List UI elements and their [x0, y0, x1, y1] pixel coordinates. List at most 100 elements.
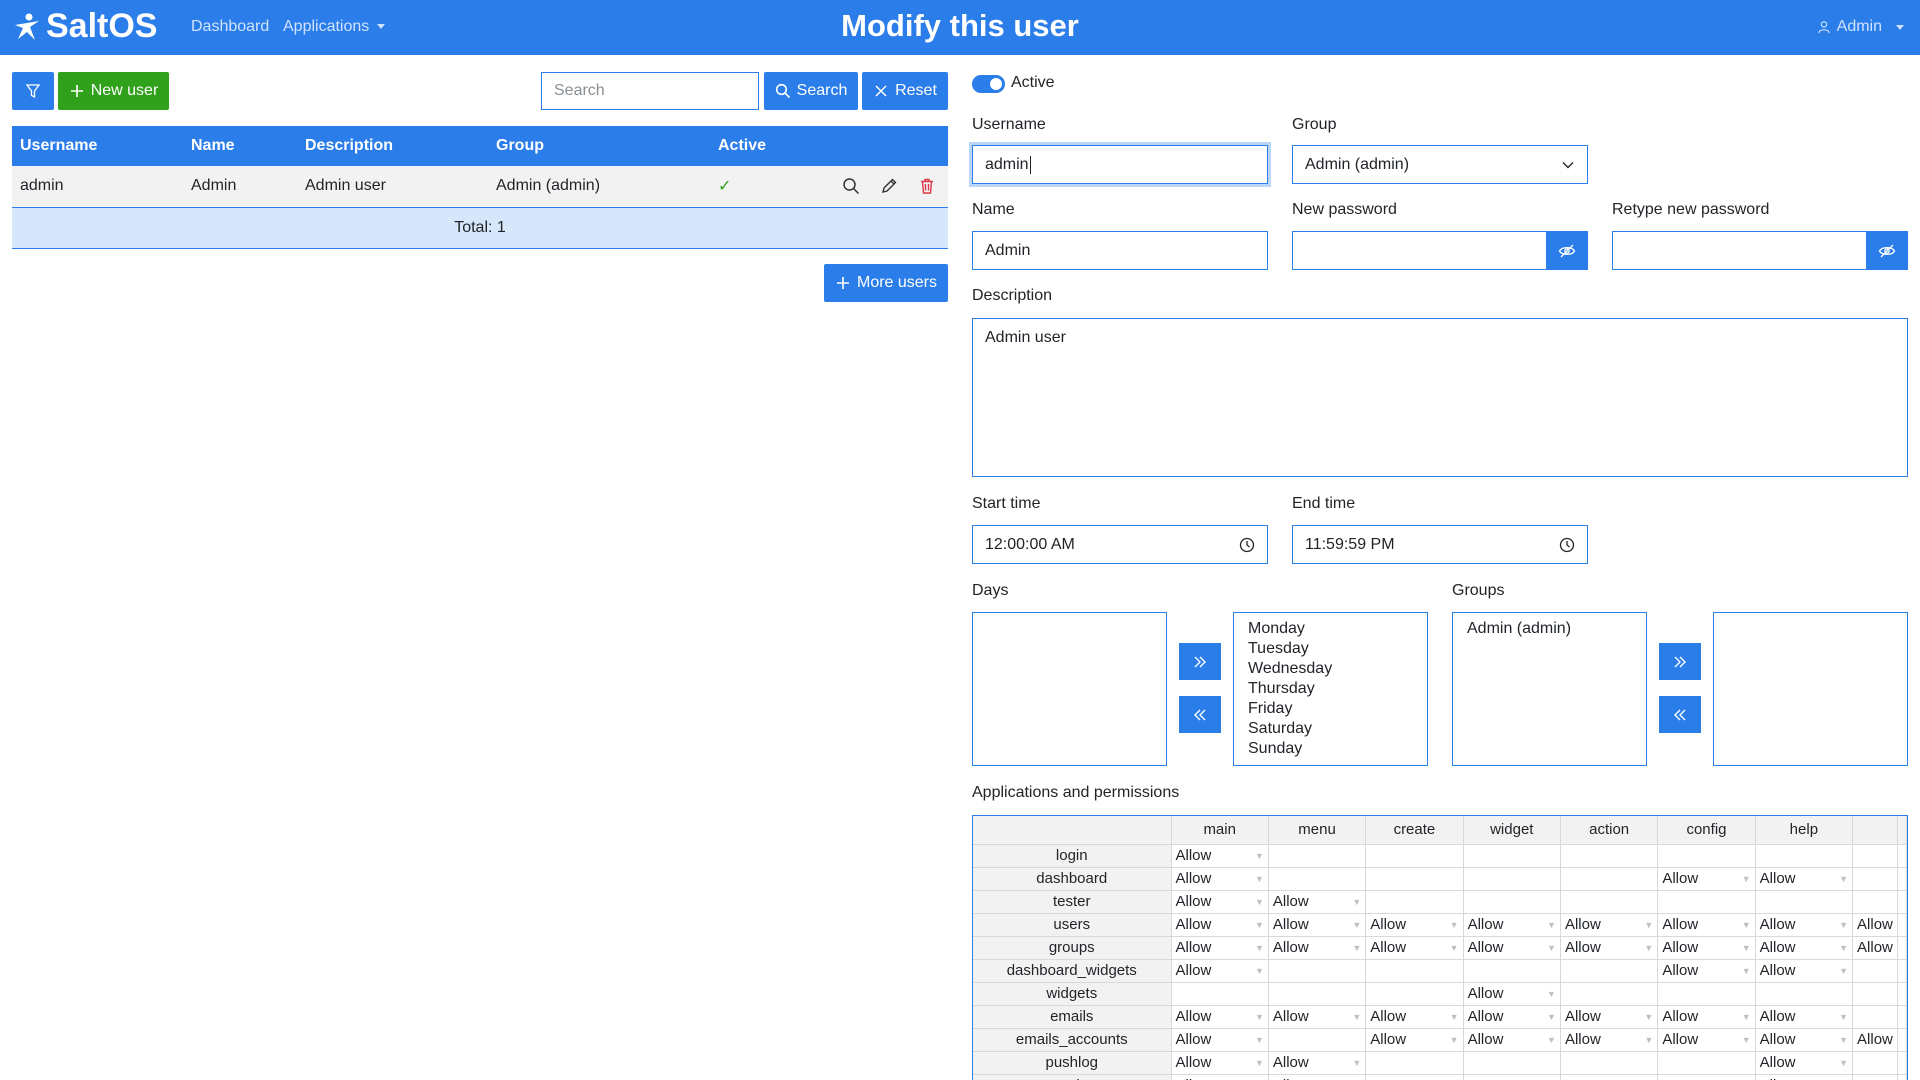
column-header-username[interactable]: Username [12, 126, 183, 166]
brand-logo[interactable]: SaltOS [12, 7, 157, 46]
permission-cell[interactable]: Allow▼ [1755, 913, 1854, 937]
column-header-description[interactable]: Description [297, 126, 488, 166]
groups-selected-list[interactable] [1713, 612, 1908, 766]
permission-cell[interactable]: Allow▼ [1171, 890, 1269, 914]
list-item[interactable]: Admin (admin) [1467, 619, 1632, 639]
permission-cell[interactable]: Allow▼ [1268, 913, 1367, 937]
start-time-input[interactable]: 12:00:00 AM [972, 525, 1268, 564]
column-header-active[interactable]: Active [710, 126, 810, 166]
search-input[interactable] [541, 72, 759, 110]
permission-cell[interactable]: Allow▼ [1463, 1028, 1561, 1052]
permission-cell[interactable]: Allow▼ [1171, 1051, 1269, 1075]
permission-cell[interactable]: Allow [1852, 913, 1898, 937]
permission-cell[interactable]: Allow▼ [1657, 959, 1756, 983]
permission-cell[interactable]: Allow▼ [1463, 1005, 1561, 1029]
permission-cell[interactable]: Allow▼ [1268, 1074, 1367, 1080]
permission-cell[interactable]: Allow▼ [1171, 959, 1269, 983]
permission-value: Allow [1759, 870, 1796, 887]
permission-cell [1268, 982, 1367, 1006]
permission-cell[interactable]: Allow▼ [1657, 867, 1756, 891]
permission-cell[interactable]: Allow▼ [1463, 982, 1561, 1006]
list-item[interactable]: Monday [1248, 619, 1413, 639]
delete-trash-icon[interactable] [918, 177, 936, 195]
permission-cell[interactable]: Allow [1852, 936, 1898, 960]
list-item[interactable]: Friday [1248, 699, 1413, 719]
retype-password-label: Retype new password [1612, 201, 1770, 218]
permission-cell[interactable]: Allow▼ [1171, 1028, 1269, 1052]
permission-cell[interactable]: Allow▼ [1268, 1051, 1367, 1075]
permission-cell[interactable]: Allow▼ [1365, 913, 1464, 937]
search-button[interactable]: Search [764, 72, 858, 110]
column-header-group[interactable]: Group [488, 126, 710, 166]
permission-cell[interactable]: Allow▼ [1365, 1028, 1464, 1052]
permission-cell[interactable]: Allow▼ [1560, 913, 1659, 937]
permission-cell[interactable]: Allow▼ [1657, 913, 1756, 937]
new-user-button[interactable]: New user [58, 72, 169, 110]
dropdown-caret-icon: ▼ [1547, 920, 1556, 930]
retype-password-input[interactable] [1612, 231, 1867, 270]
description-textarea[interactable]: Admin user [972, 318, 1908, 477]
reset-button[interactable]: Reset [862, 72, 948, 110]
permission-cell[interactable]: Allow▼ [1268, 936, 1367, 960]
permission-cell[interactable]: Allow [1852, 1028, 1898, 1052]
permission-cell[interactable]: Allow▼ [1755, 1074, 1854, 1080]
view-magnifier-icon[interactable] [842, 177, 860, 195]
column-header-name[interactable]: Name [183, 126, 297, 166]
permission-cell[interactable]: Allow▼ [1171, 867, 1269, 891]
days-available-list[interactable] [972, 612, 1167, 766]
list-item[interactable]: Saturday [1248, 719, 1413, 739]
clock-icon[interactable] [1559, 537, 1575, 553]
permission-cell[interactable]: Allow▼ [1755, 1005, 1854, 1029]
permission-value: Allow [1662, 870, 1699, 887]
permission-cell[interactable]: Allow▼ [1268, 1005, 1367, 1029]
permission-cell[interactable]: Allow▼ [1365, 1005, 1464, 1029]
list-item[interactable]: Thursday [1248, 679, 1413, 699]
edit-pencil-icon[interactable] [880, 177, 898, 195]
permission-cell[interactable]: Allow▼ [1171, 844, 1269, 868]
table-row[interactable]: admin Admin Admin user Admin (admin) ✓ [12, 166, 948, 208]
permission-cell[interactable]: Allow▼ [1755, 867, 1854, 891]
permission-cell[interactable]: Allow▼ [1755, 1051, 1854, 1075]
new-password-input[interactable] [1292, 231, 1547, 270]
permission-cell[interactable]: Allow▼ [1560, 1028, 1659, 1052]
nav-dashboard[interactable]: Dashboard [191, 18, 269, 36]
permission-cell[interactable]: Allow▼ [1463, 913, 1561, 937]
clock-icon[interactable] [1239, 537, 1255, 553]
more-users-button[interactable]: More users [824, 264, 948, 302]
end-time-input[interactable]: 11:59:59 PM [1292, 525, 1588, 564]
nav-applications[interactable]: Applications [283, 18, 386, 36]
user-menu[interactable]: Admin [1817, 18, 1904, 36]
group-select[interactable]: Admin (admin) [1292, 145, 1588, 184]
permission-cell[interactable]: Allow▼ [1755, 959, 1854, 983]
permission-cell[interactable]: Allow▼ [1657, 1028, 1756, 1052]
list-item[interactable]: Wednesday [1248, 659, 1413, 679]
permission-cell[interactable]: Allow▼ [1755, 936, 1854, 960]
permission-cell[interactable]: Allow▼ [1755, 1028, 1854, 1052]
permission-cell[interactable]: Allow▼ [1365, 936, 1464, 960]
permission-cell[interactable]: Allow▼ [1171, 913, 1269, 937]
permission-cell[interactable]: Allow▼ [1560, 936, 1659, 960]
permission-cell[interactable]: Allow▼ [1171, 1074, 1269, 1080]
name-input[interactable]: Admin [972, 231, 1268, 270]
days-remove-button[interactable] [1179, 696, 1221, 733]
days-selected-list[interactable]: Monday Tuesday Wednesday Thursday Friday… [1233, 612, 1428, 766]
groups-add-button[interactable] [1659, 643, 1701, 680]
groups-available-list[interactable]: Admin (admin) [1452, 612, 1647, 766]
list-item[interactable]: Tuesday [1248, 639, 1413, 659]
permission-cell[interactable]: Allow▼ [1171, 1005, 1269, 1029]
permission-cell[interactable]: Allow▼ [1463, 936, 1561, 960]
show-retype-password-button[interactable] [1866, 231, 1908, 270]
list-item[interactable]: Sunday [1248, 739, 1413, 759]
dropdown-caret-icon: ▼ [1741, 943, 1751, 953]
permission-cell[interactable]: Allow▼ [1268, 890, 1367, 914]
permission-cell[interactable]: Allow▼ [1560, 1005, 1659, 1029]
filter-button[interactable] [12, 72, 54, 110]
show-new-password-button[interactable] [1546, 231, 1588, 270]
days-add-button[interactable] [1179, 643, 1221, 680]
permission-cell[interactable]: Allow▼ [1657, 1005, 1756, 1029]
permission-cell[interactable]: Allow▼ [1657, 936, 1756, 960]
groups-remove-button[interactable] [1659, 696, 1701, 733]
permission-cell[interactable]: Allow▼ [1171, 936, 1269, 960]
username-input[interactable]: admin [972, 145, 1268, 184]
active-toggle[interactable] [972, 75, 1005, 93]
